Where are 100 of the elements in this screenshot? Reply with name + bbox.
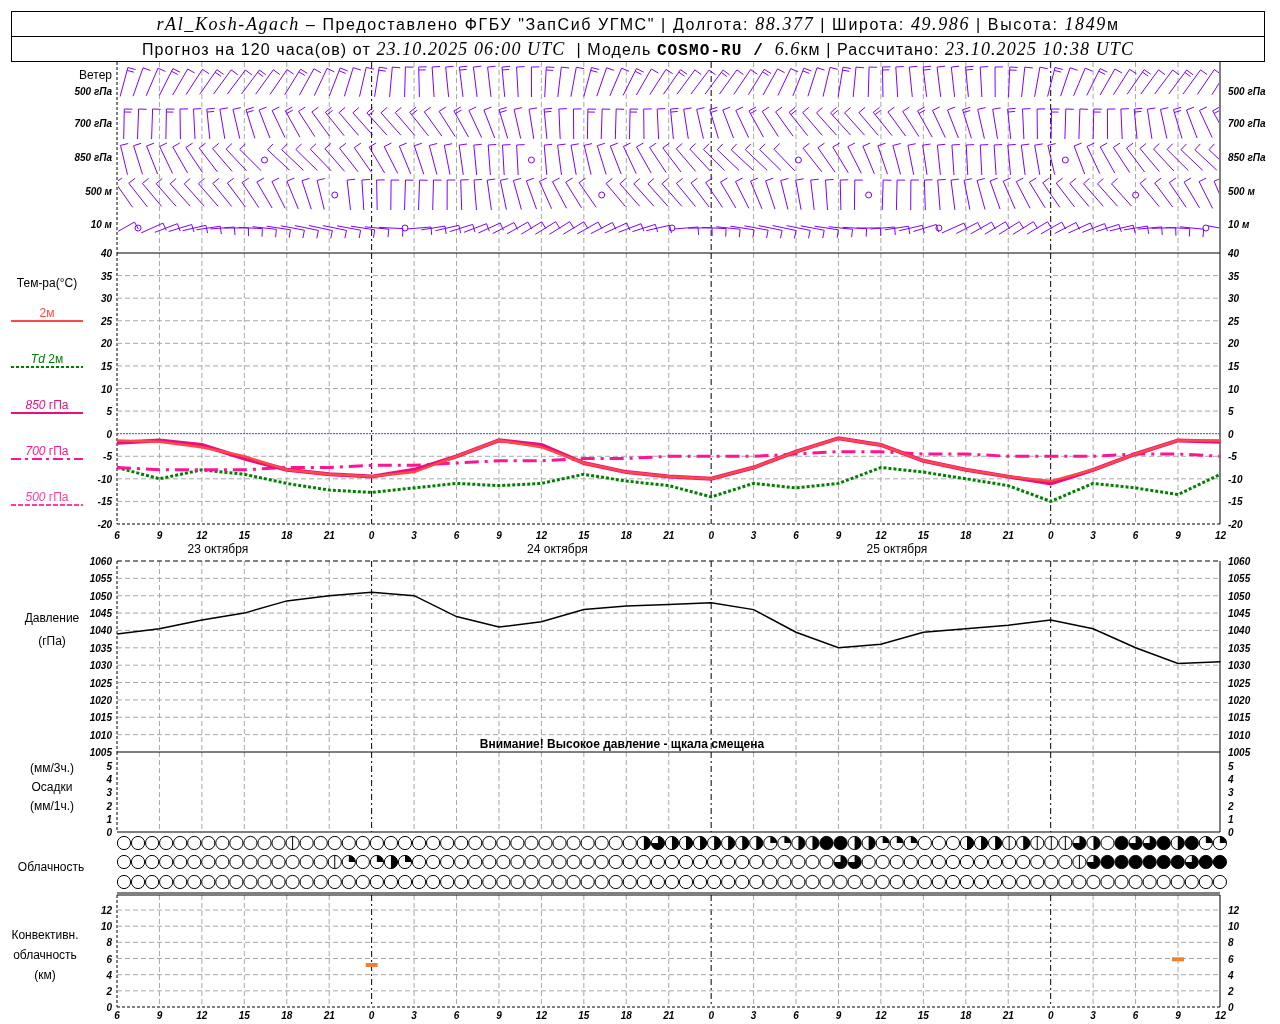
- tick-label: 6: [106, 953, 112, 965]
- tick-label: 6: [793, 1010, 799, 1021]
- tick-label: 10: [1228, 383, 1240, 395]
- tick-label: 1035: [89, 642, 112, 654]
- legend-label: 850 гПа: [25, 398, 69, 412]
- tick-label: 3: [1090, 1010, 1096, 1021]
- legend-label: Td 2м: [30, 352, 64, 366]
- tick-label: 12: [1228, 905, 1240, 916]
- tick-label: 1010: [89, 729, 112, 741]
- tick-label: 18: [620, 1010, 632, 1021]
- tick-label: 4: [106, 774, 112, 786]
- tick-label: 12: [535, 530, 547, 541]
- tick-label: 6: [1228, 953, 1234, 965]
- tick-label: 35: [1228, 270, 1240, 282]
- date-label: 24 октября: [527, 542, 588, 556]
- tick-label: 40: [100, 248, 112, 259]
- tick-label: 21: [663, 530, 675, 541]
- tick-label: 9: [496, 1010, 502, 1021]
- tick-label: 21: [323, 530, 335, 541]
- tick-label: -5: [1228, 451, 1237, 463]
- tick-label: 5: [106, 761, 112, 772]
- tick-label: 12: [875, 1010, 887, 1021]
- tick-label: 1045: [1228, 608, 1251, 620]
- tick-label: 1040: [1228, 625, 1251, 637]
- tick-label: 15: [1228, 360, 1240, 372]
- date-label: 25 октября: [866, 542, 928, 556]
- tick-label: 9: [496, 530, 502, 541]
- level-label: 850 гПа: [74, 152, 112, 163]
- tick-label: 15: [578, 1010, 590, 1021]
- tick-label: 2: [106, 985, 112, 997]
- tick-label: 0: [106, 827, 112, 838]
- axis-label: Ветер: [79, 68, 112, 82]
- axis-label: Конвективн.: [11, 928, 79, 942]
- tick-label: 0: [1047, 530, 1054, 541]
- level-label: 500 гПа: [1228, 86, 1266, 97]
- tick-label: 6: [453, 530, 460, 541]
- tick-label: 40: [1228, 248, 1240, 259]
- tick-label: 1005: [1228, 747, 1251, 758]
- tick-label: 12: [1214, 530, 1226, 541]
- tick-label: 25: [1228, 315, 1240, 327]
- tick-label: 6: [453, 1010, 460, 1021]
- tick-label: 15: [100, 360, 112, 372]
- tick-label: 1035: [1228, 642, 1251, 654]
- tick-label: 1025: [89, 677, 112, 689]
- level-label: 850 гПа: [1228, 152, 1266, 163]
- tick-label: -5: [103, 451, 112, 463]
- tick-label: 6: [1132, 1010, 1139, 1021]
- tick-label: 12: [1214, 1010, 1226, 1021]
- tick-label: 10: [100, 921, 112, 933]
- tick-label: -10: [97, 473, 112, 485]
- tick-label: 8: [106, 937, 112, 949]
- axis-label: облачность: [13, 948, 77, 962]
- tick-label: 4: [1228, 774, 1234, 786]
- tick-label: 8: [1228, 937, 1234, 949]
- axis-label: Облачность: [17, 860, 85, 874]
- tick-label: 3: [411, 1010, 417, 1021]
- tick-label: 15: [578, 530, 590, 541]
- tick-label: 1055: [1228, 573, 1251, 585]
- tick-label: 12: [196, 530, 208, 541]
- tick-label: 1050: [1228, 590, 1251, 602]
- tick-label: -20: [97, 519, 112, 530]
- tick-label: 18: [960, 530, 972, 541]
- tick-label: 1050: [89, 590, 112, 602]
- tick-label: 1010: [1228, 729, 1251, 741]
- tick-label: 5: [106, 406, 112, 418]
- tick-label: 30: [100, 293, 112, 305]
- axis-label: Давление: [24, 611, 80, 625]
- tick-label: 21: [1002, 1010, 1014, 1021]
- tick-label: 20: [100, 338, 112, 350]
- tick-label: 1020: [1228, 694, 1251, 706]
- axis-label: Тем-ра(°С): [16, 276, 78, 290]
- tick-label: 9: [1175, 1010, 1181, 1021]
- level-label: 700 гПа: [1228, 118, 1266, 129]
- tick-label: 6: [114, 1010, 120, 1021]
- tick-label: 0: [1228, 1002, 1234, 1013]
- tick-label: 10: [1228, 921, 1240, 933]
- tick-label: 0: [368, 530, 375, 541]
- tick-label: -15: [97, 496, 112, 508]
- tick-label: 1020: [89, 694, 112, 706]
- axis-label: (мм/1ч.): [29, 799, 75, 813]
- tick-label: 15: [238, 1010, 250, 1021]
- tick-label: 1055: [89, 573, 112, 585]
- tick-label: 4: [1228, 969, 1234, 981]
- tick-label: 2: [1228, 985, 1234, 997]
- tick-label: 25: [100, 315, 112, 327]
- tick-label: 9: [156, 530, 163, 541]
- tick-label: 21: [1002, 530, 1014, 541]
- axis-label: (гПа): [38, 634, 66, 648]
- level-label: 500 м: [85, 186, 112, 197]
- tick-label: 3: [411, 530, 417, 541]
- tick-label: 0: [708, 530, 714, 541]
- tick-label: 9: [1175, 530, 1181, 541]
- level-label: 500 м: [1228, 186, 1255, 197]
- tick-label: 1005: [89, 747, 112, 758]
- tick-label: 1025: [1228, 677, 1251, 689]
- tick-label: 20: [1228, 338, 1240, 350]
- tick-label: 15: [238, 530, 250, 541]
- tick-label: 3: [1228, 787, 1234, 799]
- tick-label: 9: [835, 1010, 842, 1021]
- tick-label: 1030: [1228, 660, 1251, 672]
